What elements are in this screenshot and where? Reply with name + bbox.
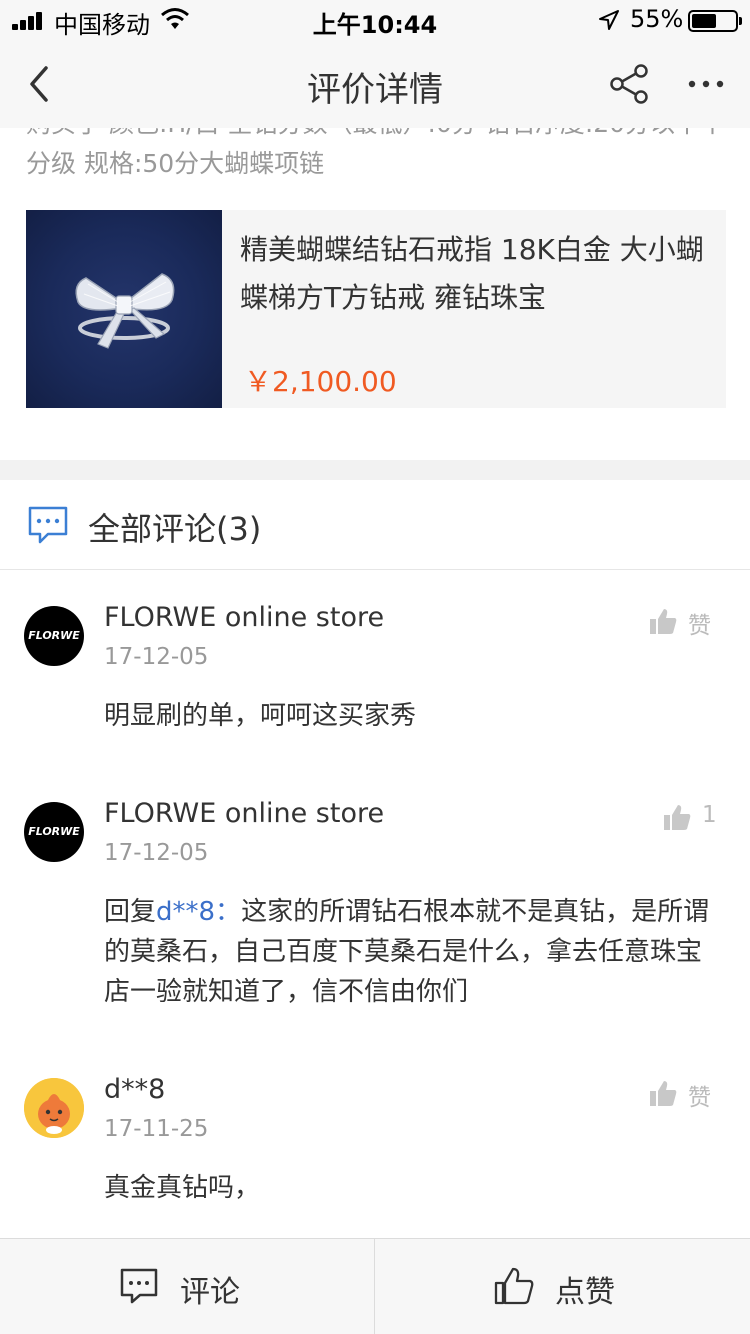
comment-author: d**8 (104, 1074, 166, 1105)
like-button[interactable]: 赞 (648, 1076, 728, 1116)
avatar[interactable] (24, 1078, 84, 1138)
comment-text: 真金真钻吗， (104, 1173, 261, 1203)
status-bar: 中国移动 上午10:44 55% (0, 0, 750, 40)
avatar[interactable]: FLORWE (24, 802, 84, 862)
battery-percent: 55% (630, 5, 684, 33)
like-label: 赞 (688, 613, 711, 639)
comment-date: 17-11-25 (104, 1116, 209, 1142)
product-image (26, 210, 222, 408)
ring-bow-image (75, 273, 175, 349)
product-name: 精美蝴蝶结钻石戒指 18K白金 大小蝴蝶梯方T方钻戒 雍钻珠宝 (240, 233, 704, 314)
cartoon-avatar-icon (24, 1078, 84, 1138)
comments-header: 全部评论(3) (0, 480, 750, 570)
like-post-button[interactable]: 点赞 (375, 1239, 749, 1334)
comment-date: 17-12-05 (104, 840, 209, 866)
like-label: 赞 (688, 1085, 711, 1111)
comment-author: FLORWE online store (104, 798, 385, 829)
more-icon[interactable] (686, 64, 726, 104)
nav-bar: 评价详情 (0, 40, 750, 128)
avatar[interactable]: FLORWE (24, 606, 84, 666)
like-count: 1 (702, 802, 717, 828)
comment-item: FLORWE FLORWE online store 17-12-05 赞 明显… (0, 570, 750, 766)
share-icon[interactable] (608, 62, 652, 106)
comment-button-label: 评论 (180, 1275, 240, 1310)
reply-prefix: 回复 (104, 897, 157, 927)
comment-body: 真金真钻吗， (104, 1168, 724, 1208)
comment-item: d**8 17-11-25 赞 真金真钻吗， (0, 1038, 750, 1238)
thumbs-up-icon (650, 1081, 677, 1106)
comments-title: 全部评论(3) (88, 510, 262, 548)
comment-icon (120, 1268, 158, 1304)
like-button[interactable]: 赞 (648, 604, 728, 644)
location-arrow-icon (599, 10, 619, 30)
comment-body: 回复d**8：这家的所谓钻石根本就不是真钻，是所谓的莫桑石，自己百度下莫桑石是什… (104, 892, 724, 1012)
comment-date: 17-12-05 (104, 644, 209, 670)
thumbs-up-icon (664, 805, 691, 830)
comment-button[interactable]: 评论 (0, 1239, 374, 1334)
comment-author: FLORWE online store (104, 602, 385, 633)
like-post-label: 点赞 (555, 1275, 615, 1310)
thumbs-up-icon (494, 1267, 534, 1305)
comment-body: 明显刷的单，呵呵这买家秀 (104, 696, 724, 736)
comment-bubble-icon (28, 506, 68, 544)
comment-item: FLORWE FLORWE online store 17-12-05 1 回复… (0, 766, 750, 1038)
reply-mention[interactable]: d**8： (156, 897, 241, 927)
battery-icon (688, 10, 742, 32)
product-card[interactable]: 精美蝴蝶结钻石戒指 18K白金 大小蝴蝶梯方T方钻戒 雍钻珠宝 ￥2,100.0… (26, 210, 726, 408)
product-price: ￥2,100.00 (244, 365, 397, 398)
bottom-action-bar: 评论 点赞 (0, 1238, 750, 1334)
thumbs-up-icon (650, 609, 677, 634)
page: 中国移动 上午10:44 55% 购买了 颜色:H/白 全钻分数（最低）:0分 … (0, 0, 750, 1334)
section-divider (0, 460, 750, 480)
like-button[interactable]: 1 (662, 800, 728, 840)
comment-text: 明显刷的单，呵呵这买家秀 (104, 701, 417, 731)
